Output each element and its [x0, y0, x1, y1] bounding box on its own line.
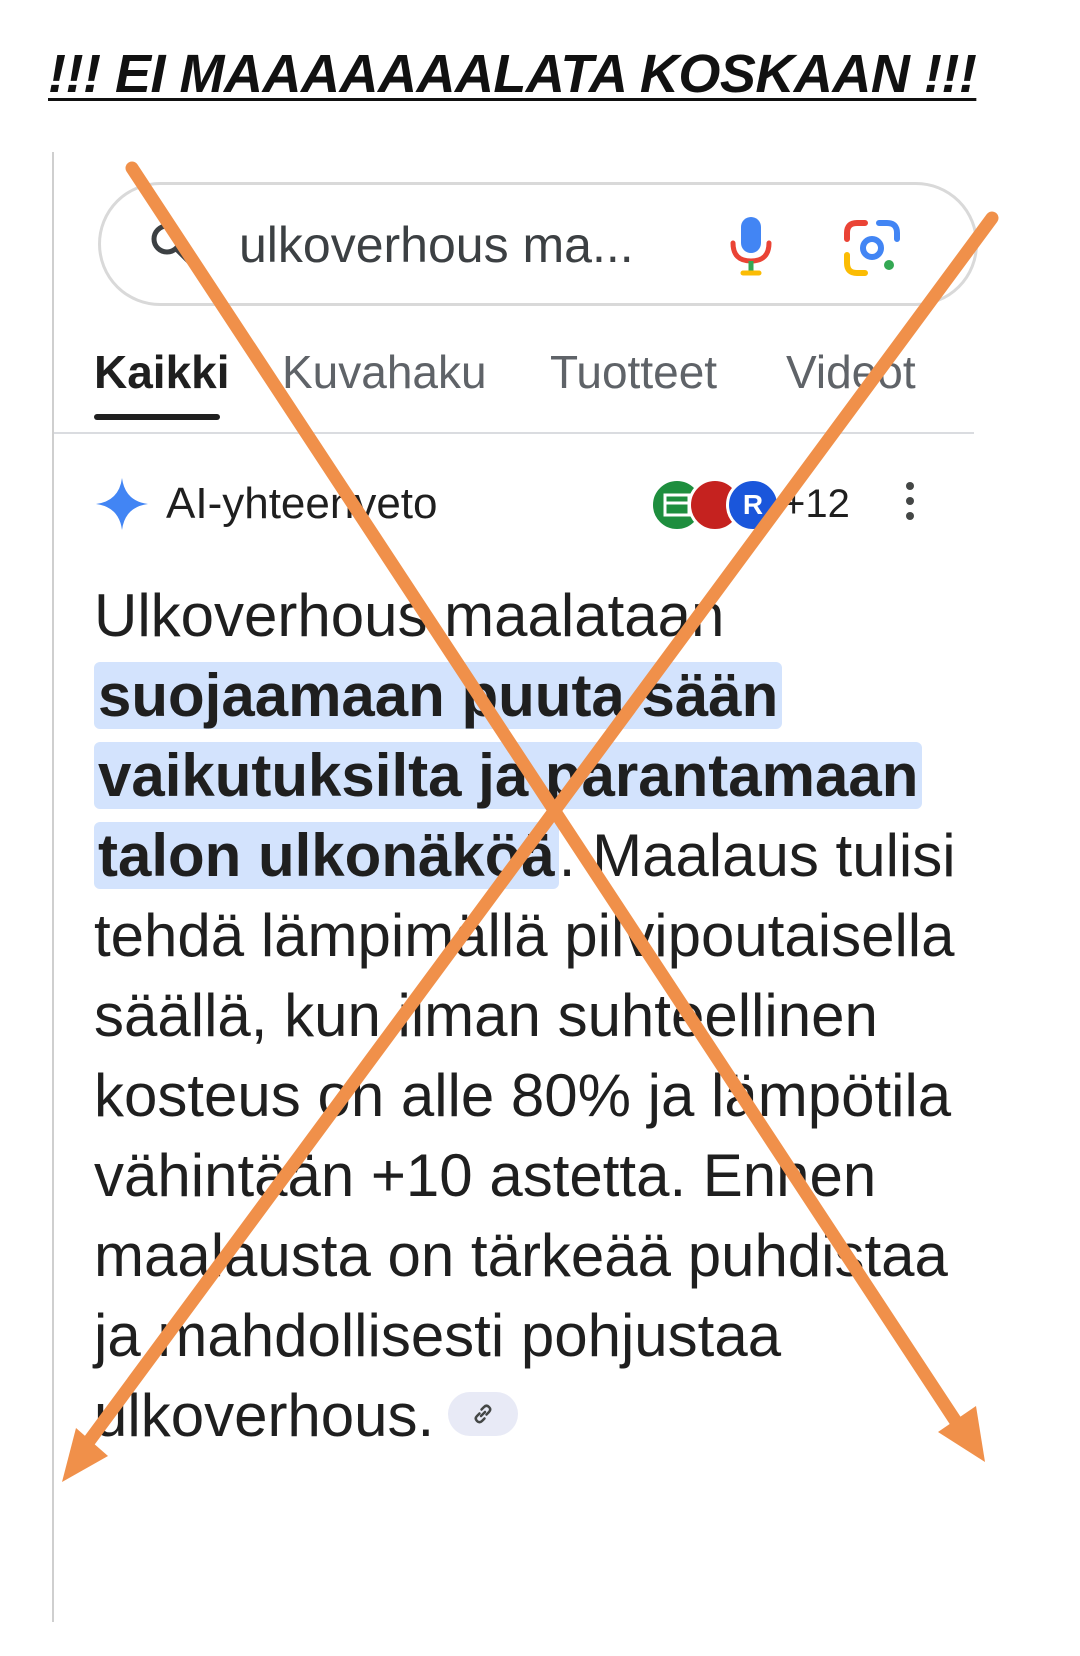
headline: !!! EI MAAAAAAALATA KOSKAAN !!! — [48, 44, 977, 104]
more-options-icon[interactable] — [902, 482, 918, 528]
link-icon — [474, 1404, 492, 1424]
active-tab-indicator — [94, 414, 220, 420]
search-screenshot: ulkoverhous ma... Kaikki Kuvahaku Tuotte… — [52, 152, 1030, 1622]
ai-overview-label: AI-yhteenveto — [166, 479, 438, 528]
answer-text-start: Ulkoverhous maalataan — [94, 582, 725, 649]
answer-text-end: . Maalaus tulisi tehdä lämpimällä pilvip… — [94, 822, 956, 1449]
search-icon — [151, 223, 194, 266]
tab-tuotteet[interactable]: Tuotteet — [550, 340, 717, 404]
ai-sparkle-icon — [96, 478, 148, 530]
tab-kuvahaku[interactable]: Kuvahaku — [282, 340, 487, 404]
search-bar[interactable]: ulkoverhous ma... — [98, 182, 978, 306]
tab-videot[interactable]: Videot — [786, 340, 916, 404]
source-favicons[interactable]: R — [650, 478, 780, 534]
ai-overview-text: Ulkoverhous maalataan suojaamaan puuta s… — [94, 576, 974, 1456]
source-favicon-3[interactable]: R — [726, 478, 780, 532]
google-lens-icon[interactable] — [843, 219, 901, 277]
source-link-chip[interactable] — [448, 1392, 519, 1437]
tabs-divider — [54, 432, 974, 434]
search-input[interactable]: ulkoverhous ma... — [239, 211, 634, 279]
tab-kaikki[interactable]: Kaikki — [94, 340, 230, 404]
microphone-icon[interactable] — [729, 215, 773, 277]
search-tabs: Kaikki Kuvahaku Tuotteet Videot — [94, 340, 994, 430]
sources-count[interactable]: +12 — [782, 472, 850, 536]
ai-overview-header: AI-yhteenveto R +12 — [94, 472, 974, 542]
